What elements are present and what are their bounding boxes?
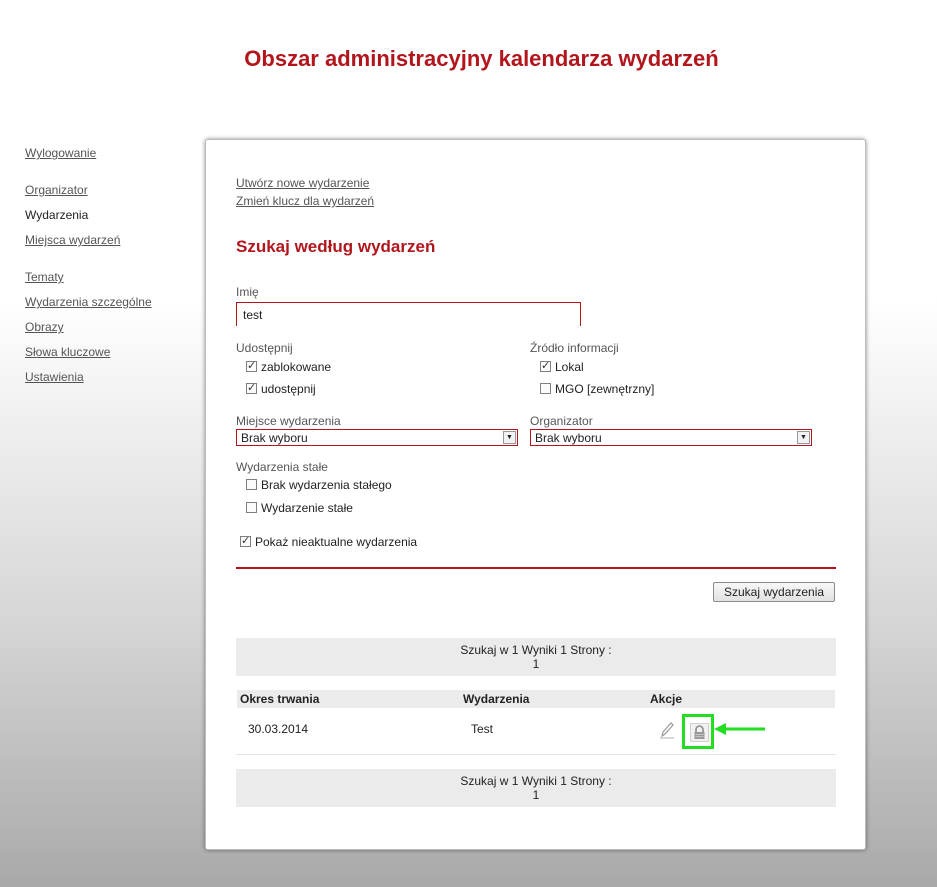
green-arrow-icon: [714, 722, 766, 736]
create-event-link[interactable]: Utwórz nowe wydarzenie: [236, 176, 369, 190]
row-divider: [236, 754, 836, 755]
organizer-select-value: Brak wyboru: [535, 431, 602, 445]
sidebar-item-organizer[interactable]: Organizator: [25, 183, 88, 197]
pager-bottom: Szukaj w 1 Wyniki 1 Strony : 1: [236, 769, 836, 807]
share-label: Udostępnij: [236, 341, 293, 355]
divider: [236, 567, 836, 569]
show-outdated-label: Pokaż nieaktualne wydarzenia: [255, 534, 418, 549]
source-mgo-option[interactable]: MGO [zewnętrzny]: [540, 381, 654, 396]
sidebar-item-images[interactable]: Obrazy: [25, 320, 64, 334]
show-outdated-checkbox[interactable]: [240, 534, 251, 548]
column-actions: Akcje: [650, 692, 683, 706]
lock-icon[interactable]: [690, 723, 709, 742]
permanent-yes-label: Wydarzenie stałe: [261, 500, 353, 515]
share-enable-checkbox[interactable]: [246, 381, 257, 395]
search-title: Szukaj według wydarzeń: [236, 237, 436, 256]
organizer-label: Organizator: [530, 414, 593, 428]
column-period: Okres trwania: [240, 692, 320, 706]
permanent-yes-option[interactable]: Wydarzenie stałe: [246, 500, 353, 515]
name-input[interactable]: [236, 302, 581, 326]
chevron-down-icon[interactable]: ▼: [797, 431, 810, 444]
share-blocked-option[interactable]: zablokowane: [246, 359, 331, 374]
permanent-yes-checkbox[interactable]: [246, 502, 257, 514]
venue-select[interactable]: Brak wyboru ▼: [236, 429, 518, 446]
pencil-icon[interactable]: [658, 720, 676, 740]
sidebar-item-topics[interactable]: Tematy: [25, 270, 64, 284]
share-enable-option[interactable]: udostępnij: [246, 381, 316, 396]
page-title: Obszar administracyjny kalendarza wydarz…: [244, 46, 719, 71]
sidebar-item-special-events[interactable]: Wydarzenia szczególne: [25, 295, 152, 309]
change-key-link[interactable]: Zmień klucz dla wydarzeń: [236, 194, 374, 208]
source-local-label: Lokal: [555, 359, 584, 374]
name-label: Imię: [236, 285, 259, 299]
pager-top: Szukaj w 1 Wyniki 1 Strony : 1: [236, 638, 836, 676]
source-mgo-checkbox[interactable]: [540, 383, 551, 395]
sidebar-item-venues[interactable]: Miejsca wydarzeń: [25, 233, 120, 247]
permanent-none-option[interactable]: Brak wydarzenia stałego: [246, 477, 392, 492]
permanent-none-checkbox[interactable]: [246, 479, 257, 491]
sidebar-item-events: Wydarzenia: [25, 208, 89, 222]
venue-label: Miejsce wydarzenia: [236, 414, 341, 428]
share-blocked-checkbox[interactable]: [246, 359, 257, 373]
search-button[interactable]: Szukaj wydarzenia: [713, 582, 836, 602]
pager-top-text: Szukaj w 1 Wyniki 1 Strony :: [460, 643, 612, 657]
table-row-period: 30.03.2014: [248, 722, 309, 736]
source-mgo-label: MGO [zewnętrzny]: [555, 381, 655, 396]
share-blocked-label: zablokowane: [261, 359, 332, 374]
sidebar-item-settings[interactable]: Ustawienia: [25, 370, 84, 384]
share-enable-label: udostępnij: [261, 381, 316, 396]
lock-button-highlight[interactable]: [682, 714, 714, 749]
source-label: Źródło informacji: [530, 341, 619, 355]
sidebar-item-logout[interactable]: Wylogowanie: [25, 146, 96, 160]
chevron-down-icon[interactable]: ▼: [503, 431, 516, 444]
show-outdated-option[interactable]: Pokaż nieaktualne wydarzenia: [240, 534, 417, 549]
source-local-option[interactable]: Lokal: [540, 359, 584, 374]
sidebar-item-keywords[interactable]: Słowa kluczowe: [25, 345, 110, 359]
permanent-none-label: Brak wydarzenia stałego: [261, 477, 392, 492]
pager-bottom-text: Szukaj w 1 Wyniki 1 Strony :: [460, 774, 612, 788]
table-row-event: Test: [471, 722, 494, 736]
column-event: Wydarzenia: [463, 692, 530, 706]
permanent-label: Wydarzenia stałe: [236, 460, 328, 474]
pager-bottom-page[interactable]: 1: [236, 788, 836, 802]
venue-select-value: Brak wyboru: [241, 431, 308, 445]
table-header: [237, 690, 835, 708]
pager-top-page[interactable]: 1: [236, 657, 836, 671]
organizer-select[interactable]: Brak wyboru ▼: [530, 429, 812, 446]
main-panel: Utwórz nowe wydarzenie Zmień klucz dla w…: [205, 139, 866, 850]
source-local-checkbox[interactable]: [540, 359, 551, 373]
